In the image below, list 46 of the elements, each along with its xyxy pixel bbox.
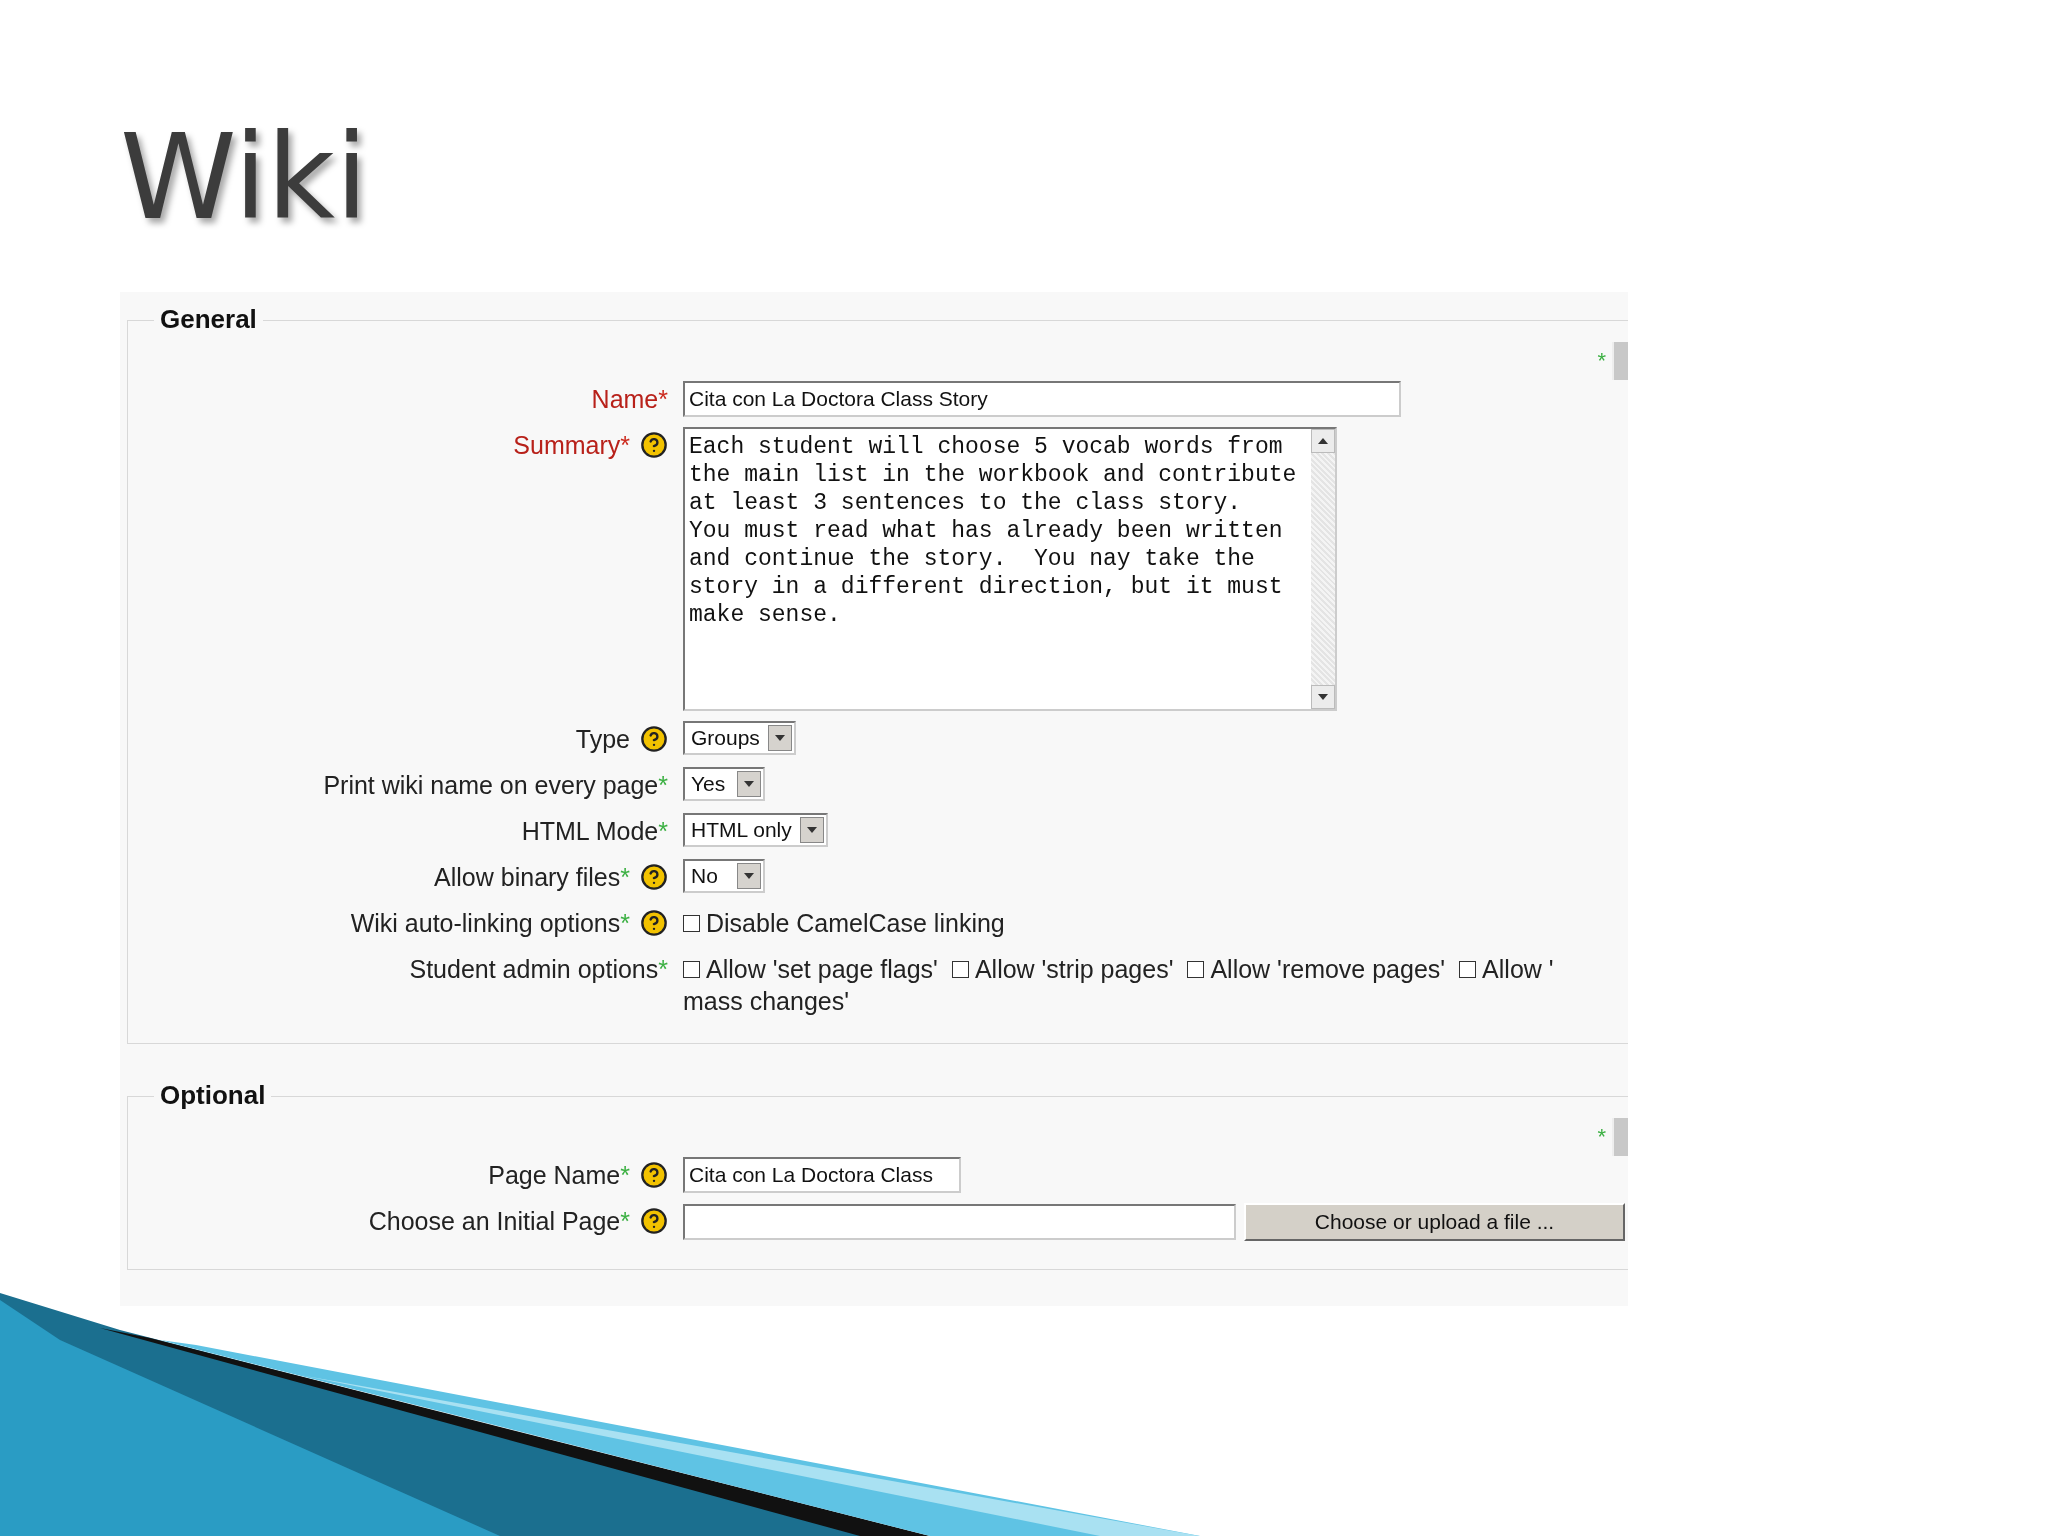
dropdown[interactable]: Yes [683,767,765,801]
field-label: Wiki auto-linking options* [350,908,630,938]
checkbox[interactable] [1459,960,1477,978]
field-label: HTML Mode* [521,816,668,846]
checkbox[interactable] [951,960,969,978]
field-label: Print wiki name on every page* [323,770,668,800]
summary-field[interactable]: Each student will choose 5 vocab words from the main list in the workbook and contribute at least 3 sentences to the class story. You must read what has already been written and continue the story. You nay take the story in a different direction, but it must make sense. [683,427,1337,711]
help-icon[interactable] [640,1161,668,1189]
help-icon[interactable] [640,725,668,753]
checkbox[interactable] [1187,960,1205,978]
checkbox-option[interactable]: Allow 'remove pages' [1187,954,1446,984]
arrow-up-icon [1318,438,1328,444]
help-icon[interactable] [640,863,668,891]
arrow-down-icon [744,873,754,879]
slide-title: Wiki [119,107,368,236]
field-label: Type [575,724,630,754]
file-field[interactable] [683,1204,1236,1240]
dropdown[interactable]: HTML only [683,813,828,847]
checkbox[interactable] [683,960,700,978]
checkbox[interactable] [683,914,700,932]
help-icon[interactable] [640,909,668,937]
scrollbar[interactable] [1311,429,1335,709]
upload-button[interactable]: Choose or upload a file ... [1244,1203,1625,1241]
arrow-down-icon [806,827,817,833]
field-label: Choose an Initial Page* [368,1206,630,1236]
help-icon[interactable] [640,431,668,459]
field-label: Summary* [513,430,630,460]
required-marker: * [1597,1124,1606,1150]
arrow-down-icon [744,781,754,787]
text-field[interactable]: Cita con La Doctora Class Story [683,381,1401,417]
checkbox-option[interactable]: Allow 'strip pages' [951,954,1174,984]
help-icon[interactable] [640,1207,668,1235]
checkbox-option[interactable]: Allow 'set page flags' [683,954,938,984]
checkbox-option[interactable]: Allow ' [1459,954,1554,984]
text-field[interactable]: Cita con La Doctora Class [683,1157,961,1193]
field-label: Student admin options* [409,954,668,984]
dropdown[interactable]: No [683,859,765,893]
arrow-down-icon [774,735,785,741]
field-label: Page Name* [488,1160,630,1190]
field-label: Allow binary files* [434,862,630,892]
dropdown[interactable]: Groups [683,721,796,755]
required-marker: * [1597,348,1606,374]
arrow-down-icon [1318,694,1328,700]
checkbox-option[interactable]: Disable CamelCase linking [683,908,1005,938]
option-text: mass changes' [683,987,850,1015]
field-label: Name* [591,384,668,414]
